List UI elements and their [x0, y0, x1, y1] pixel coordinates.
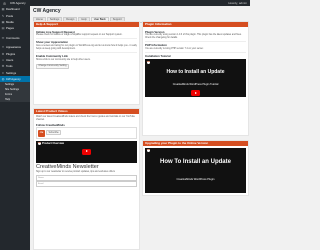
section-text: Please check for feature or lodge a Ninj… [36, 34, 123, 37]
creativeminds-logo-icon: CM [38, 129, 45, 137]
plugin-information-box: Plugin Information Plugin Version You ar… [142, 21, 249, 136]
sidebar-item-label: Plugins [6, 51, 16, 56]
upgrading-plugin-box: Upgrading your Plugin to the Online Vers… [142, 140, 249, 196]
section-heading: Show your Appreciation [36, 40, 69, 45]
plugin-version-text: You are currently using version 1.0.3 of… [145, 34, 242, 40]
newsletter-name-field[interactable]: Name [36, 174, 137, 181]
channel-logo-icon: cm [37, 141, 41, 146]
sidebar-item-label: Settings [6, 70, 17, 75]
sidebar-item-label: Comments [6, 35, 20, 40]
sidebar-item-label: CW Agency [6, 77, 21, 82]
product-video-player[interactable]: cm Product Overview [36, 140, 137, 163]
sidebar-subitem-help[interactable]: Help [0, 97, 30, 103]
main-content: CW Agency Home Settings Design Help User Bac… [33, 8, 248, 23]
subscribe-button[interactable]: Subscribe [46, 130, 62, 136]
plugin-version-heading: Plugin Version [145, 29, 165, 34]
sidebar-item-label: Media [6, 19, 14, 24]
installation-video-player[interactable]: cm How to Install an Update CreativeMind… [145, 59, 246, 98]
howdy-user-link[interactable]: Howdy, admin [228, 1, 247, 5]
admin-bar: ⊛ CW Agency Howdy, admin [0, 0, 250, 6]
section-text: Give a review and rating for our plugin … [36, 45, 137, 51]
section-heading: Enable Community Link [36, 54, 68, 59]
installation-tutorial-heading: Installation Tutorial [145, 54, 171, 59]
newsletter-subtitle: Sign up to our newsletter to receive pro… [36, 170, 115, 173]
help-support-box: Help & Support Initiate Live Support Req… [33, 21, 140, 105]
wordpress-logo-icon[interactable]: ⊛ [0, 1, 9, 6]
follow-label: Follow CreativeMinds [36, 122, 65, 127]
video-title: Product Overview [42, 142, 65, 146]
newsletter-title: CreativeMinds Newsletter [36, 164, 99, 171]
section-text: Show a link to our community site to hel… [36, 59, 91, 62]
sidebar-item-label: Dashboard [6, 7, 20, 12]
channel-logo-icon: cm [146, 148, 150, 153]
site-name-link[interactable]: CW Agency [9, 1, 26, 5]
sidebar-item-label: Tools [6, 64, 13, 69]
product-videos-box: Latest Product Videos Watch our latest C… [33, 108, 140, 250]
php-info-heading: PHP Information [145, 43, 167, 48]
php-info-text: You are currently running PHP version 7.… [145, 48, 204, 51]
video-overlay-title: How to Install an Update [166, 69, 225, 76]
follow-strip: CM Subscribe [36, 127, 137, 140]
page-title: CW Agency [33, 8, 61, 14]
video-overlay-subtitle: CreativeMinds WordPress Plugin [176, 177, 215, 181]
section-heading: Initiate Live Support Request [36, 29, 75, 34]
sidebar-item-label: Users [6, 57, 14, 62]
admin-sidebar: ▦ Dashboard ✎ Posts ▣ Media ▤ Pages ✉ Comments ✦ Ap… [0, 6, 30, 250]
intro-text: Watch our latest CreativeMinds videos an… [36, 115, 135, 121]
divider [145, 52, 246, 54]
sidebar-item-label: Posts [6, 13, 13, 18]
change-community-setting-button[interactable]: Change Community Setting [36, 63, 70, 69]
video-overlay-subtitle: CreativeMinds WordPress Plugin Tutorial [172, 83, 219, 87]
divider [36, 52, 137, 54]
divider [145, 41, 246, 43]
play-icon[interactable] [82, 148, 91, 155]
newsletter-email-field[interactable]: Email [36, 181, 137, 188]
channel-logo-icon: cm [146, 60, 150, 65]
sidebar-item-label: Appearance [6, 45, 22, 50]
sidebar-item-label: Pages [6, 26, 14, 31]
upgrade-video-player[interactable]: cm How To Install an Update CreativeMind… [145, 147, 246, 193]
divider [36, 38, 137, 40]
play-icon[interactable] [191, 90, 200, 97]
video-overlay-title: How To Install an Update [160, 158, 231, 165]
